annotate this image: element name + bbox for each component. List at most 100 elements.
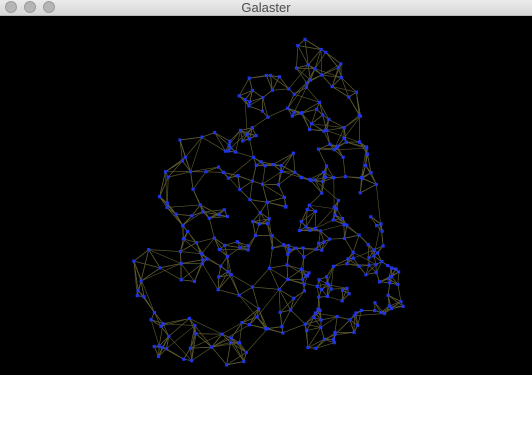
graph-node[interactable] bbox=[375, 223, 379, 228]
graph-node[interactable] bbox=[281, 331, 285, 335]
graph-node[interactable] bbox=[324, 164, 329, 168]
graph-node[interactable] bbox=[325, 281, 329, 286]
graph-node[interactable] bbox=[344, 140, 348, 144]
graph-node[interactable] bbox=[282, 243, 286, 247]
graph-node[interactable] bbox=[178, 138, 182, 142]
graph-node[interactable] bbox=[248, 197, 252, 202]
graph-node[interactable] bbox=[219, 264, 223, 268]
graph-node[interactable] bbox=[342, 126, 346, 130]
graph-node[interactable] bbox=[348, 318, 352, 322]
graph-node[interactable] bbox=[328, 142, 332, 146]
graph-node[interactable] bbox=[210, 345, 214, 349]
graph-node[interactable] bbox=[149, 318, 153, 322]
graph-node[interactable] bbox=[305, 81, 309, 85]
graph-node[interactable] bbox=[354, 311, 358, 315]
graph-node[interactable] bbox=[319, 318, 323, 322]
graph-node[interactable] bbox=[250, 88, 255, 93]
graph-node[interactable] bbox=[290, 114, 294, 118]
graph-node[interactable] bbox=[229, 146, 233, 150]
graph-node[interactable] bbox=[229, 340, 233, 345]
graph-node[interactable] bbox=[317, 241, 321, 245]
graph-node[interactable] bbox=[342, 236, 347, 240]
graph-node[interactable] bbox=[250, 126, 254, 130]
graph-node[interactable] bbox=[259, 160, 263, 164]
graph-node[interactable] bbox=[315, 284, 319, 288]
graph-node[interactable] bbox=[345, 223, 349, 227]
graph-node[interactable] bbox=[308, 127, 312, 132]
graph-node[interactable] bbox=[292, 92, 296, 96]
graph-node[interactable] bbox=[223, 149, 228, 153]
graph-node[interactable] bbox=[332, 205, 336, 209]
graph-node[interactable] bbox=[147, 248, 151, 252]
graph-node[interactable] bbox=[225, 254, 230, 259]
graph-node[interactable] bbox=[190, 359, 194, 363]
graph-node[interactable] bbox=[247, 137, 252, 141]
graph-node[interactable] bbox=[190, 214, 194, 218]
graph-node[interactable] bbox=[240, 321, 244, 325]
graph-node[interactable] bbox=[180, 159, 185, 163]
graph-node[interactable] bbox=[294, 66, 299, 70]
graph-node[interactable] bbox=[372, 248, 376, 252]
graph-node[interactable] bbox=[255, 315, 259, 319]
graph-node[interactable] bbox=[296, 43, 300, 48]
graph-node[interactable] bbox=[322, 170, 326, 174]
graph-node[interactable] bbox=[320, 248, 324, 252]
graph-node[interactable] bbox=[263, 164, 267, 168]
graph-node[interactable] bbox=[339, 62, 343, 66]
graph-node[interactable] bbox=[136, 288, 140, 293]
graph-node[interactable] bbox=[335, 314, 339, 319]
graph-node[interactable] bbox=[292, 111, 296, 115]
graph-node[interactable] bbox=[156, 354, 161, 359]
graph-node[interactable] bbox=[302, 289, 306, 293]
graph-node[interactable] bbox=[331, 218, 335, 222]
graph-node[interactable] bbox=[287, 248, 291, 252]
graph-node[interactable] bbox=[247, 104, 251, 108]
graph-node[interactable] bbox=[158, 266, 162, 270]
graph-node[interactable] bbox=[305, 328, 309, 333]
graph-node[interactable] bbox=[313, 67, 317, 71]
graph-node[interactable] bbox=[183, 155, 187, 159]
graph-node[interactable] bbox=[304, 225, 308, 229]
graph-node[interactable] bbox=[186, 229, 190, 234]
graph-node[interactable] bbox=[347, 95, 351, 99]
graph-node[interactable] bbox=[227, 143, 231, 147]
graph-node[interactable] bbox=[313, 226, 317, 231]
graph-node[interactable] bbox=[293, 170, 297, 174]
graph-node[interactable] bbox=[389, 266, 394, 270]
graph-node[interactable] bbox=[374, 182, 378, 186]
graph-node[interactable] bbox=[358, 191, 362, 195]
graph-node[interactable] bbox=[387, 304, 391, 308]
graph-node[interactable] bbox=[381, 244, 385, 248]
graph-node[interactable] bbox=[222, 170, 226, 174]
graph-node[interactable] bbox=[380, 229, 384, 233]
graph-node[interactable] bbox=[401, 304, 405, 308]
graph-node[interactable] bbox=[180, 223, 185, 227]
graph-node[interactable] bbox=[299, 219, 303, 224]
graph-node[interactable] bbox=[228, 139, 232, 143]
graph-node[interactable] bbox=[359, 175, 364, 180]
graph-node[interactable] bbox=[200, 252, 204, 256]
graph-node[interactable] bbox=[313, 311, 317, 315]
graph-node[interactable] bbox=[187, 316, 192, 321]
graph-node[interactable] bbox=[386, 277, 391, 281]
graph-node[interactable] bbox=[216, 165, 221, 169]
graph-node[interactable] bbox=[253, 233, 258, 238]
graph-node[interactable] bbox=[399, 299, 403, 304]
graph-node[interactable] bbox=[237, 293, 241, 297]
graph-node[interactable] bbox=[317, 100, 322, 104]
graph-node[interactable] bbox=[305, 207, 309, 212]
graph-node[interactable] bbox=[302, 255, 306, 259]
graph-node[interactable] bbox=[340, 299, 344, 303]
graph-node[interactable] bbox=[247, 76, 251, 80]
graph-node[interactable] bbox=[379, 310, 383, 315]
graph-node[interactable] bbox=[343, 175, 347, 179]
graph-node[interactable] bbox=[261, 96, 265, 100]
graph-node[interactable] bbox=[220, 332, 224, 336]
graph-node[interactable] bbox=[135, 294, 139, 298]
graph-node[interactable] bbox=[308, 78, 313, 82]
graph-node[interactable] bbox=[248, 100, 252, 104]
graph-node[interactable] bbox=[304, 85, 308, 89]
graph-node[interactable] bbox=[284, 204, 288, 208]
graph-node[interactable] bbox=[340, 216, 345, 221]
graph-node[interactable] bbox=[345, 262, 349, 266]
